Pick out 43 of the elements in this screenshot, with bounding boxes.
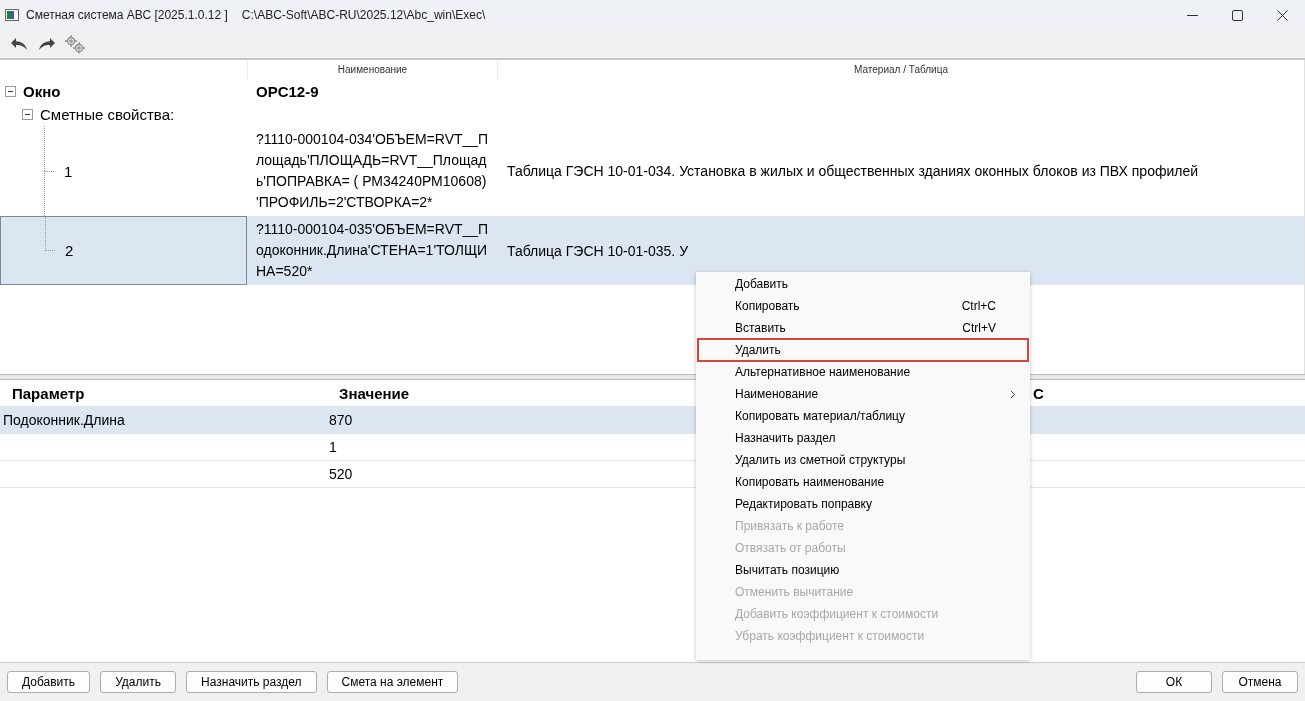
- formula-cell-text: ?1110-000104-034'ОБЪЕМ=RVT__Площадь'ПЛОЩАДЬ=RVT__Площадь'ПОПРАВКА= ( РМ34240РМ10608) 'ПРОФИЛЬ=2'СТВОРКА=2*: [255, 130, 490, 212]
- value-cell: 1: [329, 439, 337, 455]
- column-header[interactable]: Параметр: [0, 384, 325, 402]
- footer-button[interactable]: Назначить раздел: [186, 671, 317, 693]
- row-number: 1: [64, 162, 73, 180]
- value-cell: 520: [329, 466, 353, 482]
- minimize-icon[interactable]: [1187, 14, 1198, 16]
- maximize-icon[interactable]: [1232, 9, 1243, 21]
- value-cell: 870: [329, 412, 353, 428]
- shortcut-text: Ctrl+C: [961, 299, 996, 313]
- tree-node-label[interactable]: Сметные свойства:: [40, 105, 175, 123]
- menu-item[interactable]: Наименование: [698, 383, 1028, 405]
- dialog-button[interactable]: ОК: [1136, 671, 1212, 693]
- menu-item[interactable]: Копировать материал/таблицу: [698, 405, 1028, 427]
- column-header[interactable]: Наименование: [337, 64, 408, 75]
- row-number: 2: [65, 242, 74, 259]
- footer-button[interactable]: Смета на элемент: [326, 671, 459, 693]
- app-icon: [5, 9, 19, 21]
- menu-item[interactable]: Альтернативное наименование: [698, 361, 1028, 383]
- collapse-icon[interactable]: [5, 85, 16, 97]
- element-name: OPC12-9: [255, 81, 320, 102]
- footer-button[interactable]: Удалить: [100, 671, 177, 693]
- material-cell-text: Таблица ГЭСН 10-01-035. У: [506, 242, 690, 259]
- menu-item[interactable]: Удалить: [698, 339, 1028, 361]
- dialog-button[interactable]: Отмена: [1222, 671, 1298, 693]
- parameter-cell: Подоконник.Длина: [3, 412, 125, 428]
- menu-item[interactable]: Редактировать поправку: [698, 493, 1028, 515]
- tree-node-label[interactable]: Окно: [23, 82, 61, 100]
- footer-button[interactable]: Добавить: [7, 671, 91, 693]
- column-header[interactable]: Материал / Таблица: [854, 64, 948, 75]
- redo-icon[interactable]: [38, 37, 56, 51]
- undo-icon[interactable]: [10, 37, 28, 51]
- menu-item[interactable]: Вставить Ctrl+V: [698, 317, 1028, 339]
- window-path: C:\ABC-Soft\ABC-RU\2025.12\Abc_win\Exec\: [241, 8, 486, 22]
- material-cell-text: Таблица ГЭСН 10-01-034. Установка в жилых и общественных зданиях оконных блоков из ПВХ профилей: [506, 163, 1200, 179]
- menu-item[interactable]: Копировать Ctrl+C: [698, 295, 1028, 317]
- menu-item[interactable]: Вычитать позицию: [698, 559, 1028, 581]
- shortcut-text: Ctrl+V: [962, 321, 996, 335]
- formula-cell-text: ?1110-000104-035'ОБЪЕМ=RVT__Подоконник.Длина'СТЕНА=1'ТОЛЩИНА=520*: [255, 220, 490, 281]
- collapse-icon[interactable]: [22, 108, 33, 120]
- close-icon[interactable]: [1277, 9, 1288, 21]
- window-title: Сметная система АВС [2025.1.0.12 ]: [26, 8, 228, 22]
- column-header[interactable]: С: [1030, 384, 1305, 402]
